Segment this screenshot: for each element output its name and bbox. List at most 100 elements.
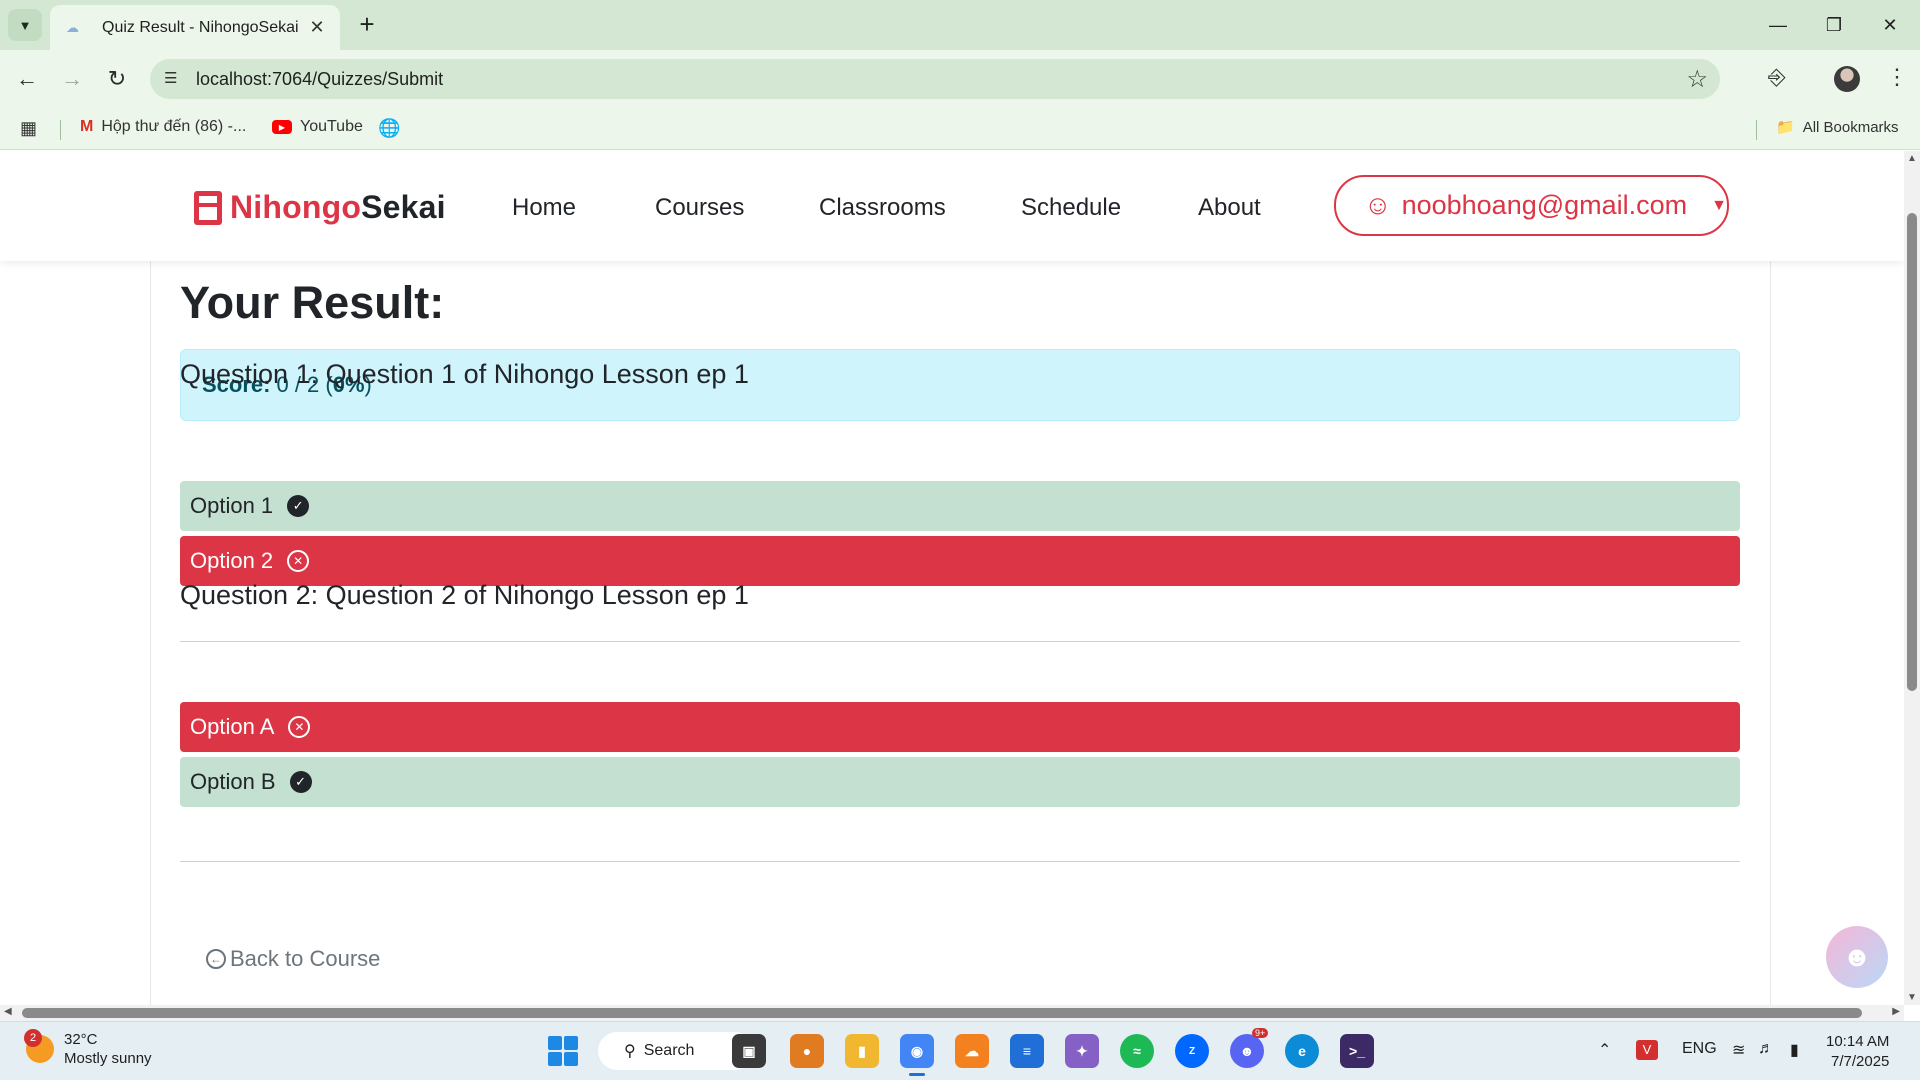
clock-time: 10:14 AM	[1826, 1033, 1890, 1050]
zalo-icon[interactable]: Z	[1175, 1034, 1209, 1068]
extensions-icon[interactable]: ⎆	[1768, 64, 1786, 90]
windows-taskbar: 2 32°C Mostly sunny ⚲ Search ▣ ● ▮ ◉ ☁ ≡…	[0, 1021, 1920, 1080]
tab-close-icon[interactable]: ✕	[304, 15, 330, 41]
battery-icon[interactable]: ▮	[1790, 1040, 1799, 1060]
bookmark-youtube[interactable]: ▶ YouTube	[272, 118, 363, 136]
horizontal-scrollbar[interactable]: ◀ ▶	[0, 1005, 1904, 1021]
back-arrow-icon[interactable]: ←	[12, 64, 42, 94]
all-bookmarks-label: All Bookmarks	[1802, 118, 1899, 136]
chatbot-icon[interactable]: ☻	[1826, 926, 1888, 988]
address-bar[interactable]: ☰ localhost:7064/Quizzes/Submit ☆	[150, 59, 1720, 99]
vertical-scroll-thumb[interactable]	[1907, 213, 1917, 691]
new-tab-button[interactable]: +	[352, 10, 382, 40]
answer-option: Option A ✕	[180, 702, 1740, 752]
terminal-icon[interactable]: >_	[1340, 1034, 1374, 1068]
browser-toolbar: ← → ↻ ☰ localhost:7064/Quizzes/Submit ☆ …	[0, 50, 1920, 108]
x-circle-icon: ✕	[288, 716, 311, 738]
weather-temperature: 32°C	[64, 1031, 98, 1048]
wifi-icon[interactable]: ≊	[1732, 1040, 1745, 1060]
apps-grid-icon[interactable]: ▦	[20, 118, 37, 139]
vertical-scrollbar[interactable]: ▲ ▼	[1904, 151, 1920, 1005]
language-indicator[interactable]: ENG	[1682, 1040, 1717, 1058]
firefox-icon[interactable]: ●	[790, 1034, 824, 1068]
profile-avatar[interactable]	[1834, 66, 1860, 92]
folder-icon: 📁	[1776, 119, 1795, 136]
forward-arrow-icon[interactable]: →	[57, 64, 87, 94]
answer-option: Option B ✓	[180, 757, 1740, 807]
user-email: noobhoang@gmail.com	[1401, 190, 1688, 220]
question-divider	[180, 641, 1740, 642]
bookmarks-bar: ▦ M Hộp thư đến (86) -... ▶ YouTube 🌐 📁 …	[0, 108, 1920, 150]
discord-badge: 9+	[1252, 1028, 1269, 1038]
nav-home[interactable]: Home	[512, 194, 576, 222]
brand-name-part1: Nihongo	[230, 189, 362, 225]
cloudflare-icon[interactable]: ☁	[955, 1034, 989, 1068]
gmail-icon: M	[80, 118, 94, 135]
scroll-right-icon[interactable]: ▶	[1892, 1006, 1900, 1017]
nav-courses[interactable]: Courses	[655, 194, 744, 222]
taskbar-clock[interactable]: 10:14 AM 7/7/2025	[1826, 1032, 1889, 1072]
check-circle-icon: ✓	[287, 495, 310, 517]
option-label: Option B	[190, 769, 276, 794]
nav-classrooms[interactable]: Classrooms	[819, 194, 946, 222]
vivaldi-tray-icon[interactable]: V	[1636, 1040, 1658, 1060]
brand-logo[interactable]: NihongoSekai	[194, 189, 446, 226]
taskbar-search[interactable]: ⚲ Search	[598, 1032, 754, 1070]
option-label: Option A	[190, 714, 275, 739]
bookmark-gmail[interactable]: M Hộp thư đến (86) -...	[80, 118, 246, 136]
window-close-icon[interactable]: ✕	[1862, 0, 1918, 50]
show-hidden-icons-icon[interactable]: ⌃	[1598, 1040, 1611, 1060]
x-circle-icon: ✕	[287, 550, 310, 572]
youtube-icon: ▶	[272, 120, 292, 134]
globe-icon[interactable]: 🌐	[378, 118, 400, 139]
back-to-course-link[interactable]: ← Back to Course	[206, 946, 380, 972]
option-label: Option 2	[190, 548, 274, 573]
edge-icon[interactable]: e	[1285, 1034, 1319, 1068]
tab-favicon-icon: ☁	[66, 19, 79, 35]
user-menu-button[interactable]: ☺ noobhoang@gmail.com ▼	[1334, 175, 1729, 236]
back-to-course-label: Back to Course	[230, 946, 381, 971]
reload-icon[interactable]: ↻	[102, 64, 132, 94]
menu-kebab-icon[interactable]: ⋮	[1886, 64, 1908, 90]
search-icon: ⚲	[624, 1043, 636, 1060]
site-settings-icon[interactable]: ☰	[164, 69, 177, 87]
taskbar-search-label: Search	[643, 1042, 695, 1059]
azure-data-studio-icon[interactable]: ≡	[1010, 1034, 1044, 1068]
restore-icon[interactable]: ❐	[1806, 0, 1862, 50]
bookmark-star-icon[interactable]: ☆	[1686, 65, 1708, 94]
brand-name: NihongoSekai	[230, 189, 446, 226]
minimize-icon[interactable]: —	[1750, 0, 1806, 50]
weather-sun-icon: 2	[24, 1029, 54, 1063]
scroll-down-icon[interactable]: ▼	[1907, 992, 1917, 1003]
nav-about[interactable]: About	[1198, 194, 1261, 222]
volume-icon[interactable]: ♬	[1758, 1040, 1774, 1058]
windows-start-icon[interactable]	[548, 1036, 578, 1066]
answer-option: Option 2 ✕	[180, 536, 1740, 586]
weather-widget[interactable]: 2 32°C Mostly sunny	[24, 1029, 152, 1068]
chrome-icon[interactable]: ◉	[900, 1034, 934, 1076]
file-explorer-icon[interactable]: ▮	[845, 1034, 879, 1068]
active-tab[interactable]: ☁ Quiz Result - NihongoSekai ✕	[50, 5, 340, 50]
site-header: NihongoSekai Home Courses Classrooms Sch…	[0, 151, 1904, 261]
discord-icon[interactable]: ☻	[1230, 1034, 1264, 1068]
url-text[interactable]: localhost:7064/Quizzes/Submit	[196, 69, 443, 90]
question-divider	[180, 861, 1740, 862]
scroll-up-icon[interactable]: ▲	[1907, 153, 1917, 164]
task-view-icon[interactable]: ▣	[732, 1034, 766, 1068]
weather-text: 32°C Mostly sunny	[64, 1030, 152, 1068]
tab-strip: ▼ ☁ Quiz Result - NihongoSekai ✕ + — ❐ ✕	[0, 0, 1920, 50]
brand-name-part2: Sekai	[361, 189, 446, 225]
spotify-icon[interactable]: ≈	[1120, 1034, 1154, 1068]
page-viewport: NihongoSekai Home Courses Classrooms Sch…	[0, 151, 1904, 1005]
nav-schedule[interactable]: Schedule	[1021, 194, 1121, 222]
horizontal-scroll-thumb[interactable]	[22, 1008, 1862, 1018]
clock-date: 7/7/2025	[1831, 1053, 1890, 1070]
scroll-left-icon[interactable]: ◀	[4, 1006, 12, 1017]
arrow-left-circle-icon: ←	[206, 949, 226, 969]
user-icon: ☺	[1364, 190, 1392, 220]
bookmark-divider	[60, 120, 61, 140]
tab-title: Quiz Result - NihongoSekai	[102, 18, 299, 36]
all-bookmarks-button[interactable]: 📁 All Bookmarks	[1776, 118, 1899, 137]
visual-studio-icon[interactable]: ✦	[1065, 1034, 1099, 1068]
tab-search-button[interactable]: ▼	[8, 9, 42, 41]
